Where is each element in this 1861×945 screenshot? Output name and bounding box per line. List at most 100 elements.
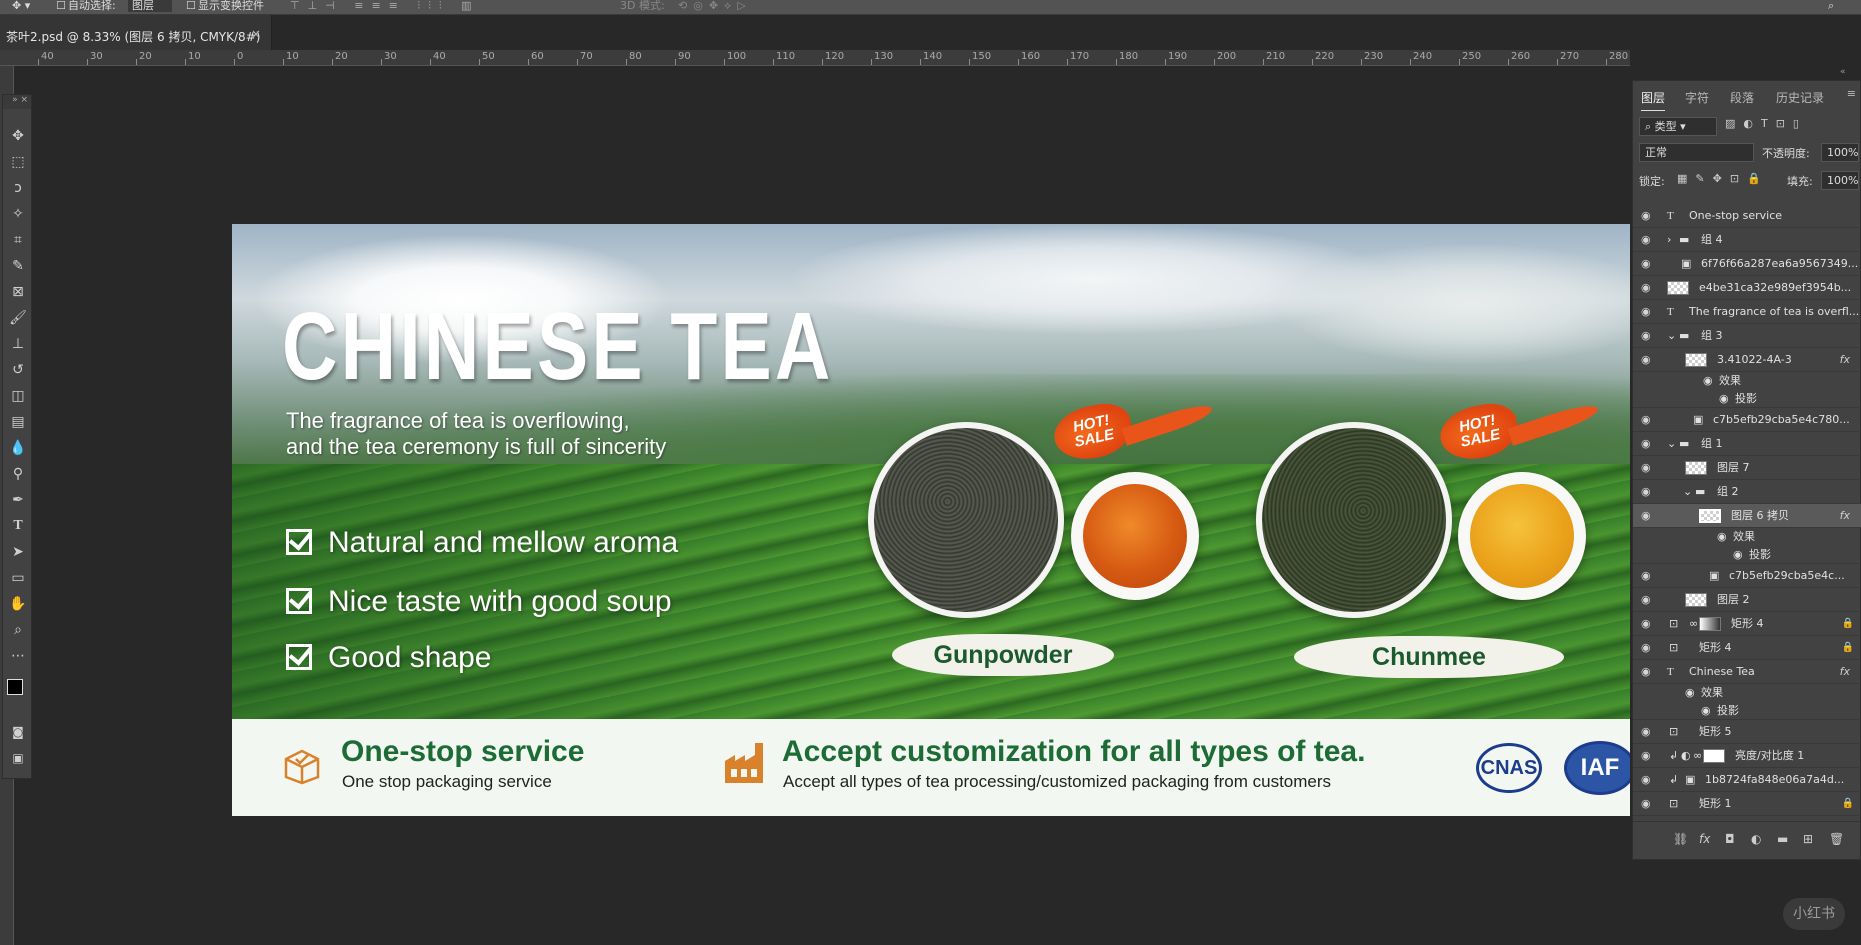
effects-row[interactable]: ◉ 效果	[1633, 528, 1861, 546]
layer-row[interactable]: ◉ ▣ c7b5efb29cba5e4c780...	[1633, 408, 1861, 432]
layer-row[interactable]: ◉ ⊡ 矩形 4 🔒	[1633, 636, 1861, 660]
layer-row[interactable]: ◉ 图层 2	[1633, 588, 1861, 612]
eye-icon[interactable]: ◉	[1641, 300, 1651, 323]
eye-icon[interactable]: ◉	[1641, 636, 1651, 659]
layer-row-selected[interactable]: ◉ 图层 6 拷贝 fx	[1633, 504, 1861, 528]
effects-row[interactable]: ◉ 效果	[1633, 684, 1861, 702]
show-transform-checkbox[interactable]: ☐	[186, 0, 196, 12]
chevron-down-icon[interactable]: ⌄	[1667, 324, 1676, 347]
link-layers-icon[interactable]: ⛓	[1673, 832, 1688, 846]
frame-icon[interactable]: ⊠	[7, 281, 29, 303]
history-brush-icon[interactable]: ↺	[7, 359, 29, 381]
layer-row[interactable]: ◉ ⌄ ▬ 组 3	[1633, 324, 1861, 348]
lock-icons[interactable]: ▦✎✥⊡🔒	[1677, 172, 1769, 185]
eye-icon[interactable]: ◉	[1641, 456, 1651, 479]
quick-mask-icon[interactable]: ◙	[7, 721, 29, 743]
eye-icon[interactable]: ◉	[1641, 324, 1651, 347]
toolbox-header[interactable]: » ×	[3, 95, 31, 109]
eye-icon[interactable]: ◉	[1641, 252, 1651, 275]
blend-mode-dropdown[interactable]: 正常	[1639, 143, 1754, 162]
eraser-icon[interactable]: ◫	[7, 385, 29, 407]
stamp-icon[interactable]: ⊥	[7, 333, 29, 355]
hand-icon[interactable]: ✋	[7, 593, 29, 615]
screen-mode-icon[interactable]: ▣	[7, 747, 29, 769]
layer-row[interactable]: ◉ › ▬ 组 4	[1633, 228, 1861, 252]
new-layer-icon[interactable]: ⊞	[1803, 832, 1813, 846]
layer-row[interactable]: ◉ e4be31ca32e989ef3954b...	[1633, 276, 1861, 300]
eye-icon[interactable]: ◉	[1641, 432, 1651, 455]
eye-icon[interactable]: ◉	[1641, 204, 1651, 227]
pen-icon[interactable]: ✒	[7, 489, 29, 511]
chevron-down-icon[interactable]: ⌄	[1683, 480, 1692, 503]
more-icon[interactable]: ⋯	[7, 645, 29, 667]
eyedropper-icon[interactable]: ✎	[7, 255, 29, 277]
tab-paragraph[interactable]: 段落	[1730, 85, 1754, 111]
foreground-color-swatch[interactable]	[7, 679, 23, 695]
effect-row[interactable]: ◉ 投影	[1633, 390, 1861, 408]
fx-icon[interactable]: fx	[1840, 348, 1850, 371]
move-tool-icon[interactable]: ✥ ▾	[12, 0, 30, 12]
eye-icon[interactable]: ◉	[1703, 372, 1713, 390]
effects-row[interactable]: ◉ 效果	[1633, 372, 1861, 390]
layer-row[interactable]: ◉ ⊡ 矩形 1 🔒	[1633, 792, 1861, 816]
eye-icon[interactable]: ◉	[1719, 390, 1729, 407]
layer-filter-dropdown[interactable]: ⌕ 类型 ▾	[1639, 117, 1717, 136]
eye-icon[interactable]: ◉	[1641, 660, 1651, 683]
eye-icon[interactable]: ◉	[1641, 348, 1651, 371]
layer-row[interactable]: ◉ T The fragrance of tea is overfl...	[1633, 300, 1861, 324]
tab-layers[interactable]: 图层	[1641, 85, 1666, 111]
filter-icons[interactable]: ▨◐T⊡▯	[1725, 117, 1807, 130]
tab-history[interactable]: 历史记录	[1776, 85, 1824, 111]
eye-icon[interactable]: ◉	[1641, 744, 1651, 767]
layer-row[interactable]: ◉ ▣ c7b5efb29cba5e4c...	[1633, 564, 1861, 588]
new-group-icon[interactable]: ▬	[1777, 832, 1788, 846]
chevron-down-icon[interactable]: ⌄	[1667, 432, 1676, 455]
dodge-icon[interactable]: ⚲	[7, 463, 29, 485]
eye-icon[interactable]: ◉	[1641, 504, 1651, 527]
add-mask-icon[interactable]: ◘	[1725, 832, 1735, 846]
type-icon[interactable]: T	[7, 515, 29, 537]
path-select-icon[interactable]: ➤	[7, 541, 29, 563]
layer-row[interactable]: ◉ ⌄ ▬ 组 2	[1633, 480, 1861, 504]
eye-icon[interactable]: ◉	[1641, 276, 1651, 299]
magic-wand-icon[interactable]: ✧	[7, 203, 29, 225]
layer-row[interactable]: ◉ ⊡ 矩形 5	[1633, 720, 1861, 744]
auto-select-dropdown[interactable]: 图层	[128, 0, 172, 12]
layer-row[interactable]: ◉ ↲ ◐ ∞ 亮度/对比度 1	[1633, 744, 1861, 768]
layer-row[interactable]: ◉ T Chinese Tea fx	[1633, 660, 1861, 684]
rectangle-icon[interactable]: ▭	[7, 567, 29, 589]
layer-row[interactable]: ◉ ↲ ▣ 1b8724fa848e06a7a4d...	[1633, 768, 1861, 792]
fx-icon[interactable]: fx	[1840, 504, 1850, 527]
panel-menu-icon[interactable]: ≡	[1847, 87, 1856, 100]
layer-row[interactable]: ◉ ⌄ ▬ 组 1	[1633, 432, 1861, 456]
eye-icon[interactable]: ◉	[1641, 768, 1651, 791]
eye-icon[interactable]: ◉	[1641, 612, 1651, 635]
effect-row[interactable]: ◉ 投影	[1633, 546, 1861, 564]
eye-icon[interactable]: ◉	[1641, 588, 1651, 611]
eye-icon[interactable]: ◉	[1717, 528, 1727, 546]
eye-icon[interactable]: ◉	[1641, 720, 1651, 743]
eye-icon[interactable]: ◉	[1641, 564, 1651, 587]
blur-icon[interactable]: 💧	[7, 437, 29, 459]
close-icon[interactable]: ×	[251, 27, 261, 41]
horizontal-ruler[interactable]: 40 30 20 10 0 10 20 30 40 50 60 70 80 90 100 110 120 130 1…	[0, 50, 1630, 66]
document-tab[interactable]: 茶叶2.psd @ 8.33% (图层 6 拷贝, CMYK/8#) ×	[0, 15, 272, 50]
adjustment-layer-icon[interactable]: ◐	[1751, 832, 1761, 846]
auto-select-checkbox[interactable]: ☐	[56, 0, 66, 12]
lasso-icon[interactable]: ↄ	[7, 177, 29, 199]
eye-icon[interactable]: ◉	[1733, 546, 1743, 563]
marquee-icon[interactable]: ⬚	[7, 151, 29, 173]
fill-input[interactable]: 100%	[1821, 171, 1859, 190]
layer-row[interactable]: ◉ T One-stop service	[1633, 204, 1861, 228]
document-canvas[interactable]: CHINESE TEA The fragrance of tea is over…	[232, 224, 1633, 816]
gradient-icon[interactable]: ▤	[7, 411, 29, 433]
eye-icon[interactable]: ◉	[1641, 480, 1651, 503]
crop-icon[interactable]: ⌗	[7, 229, 29, 251]
layer-row[interactable]: ◉ ▣ 6f76f66a287ea6a9567349...	[1633, 252, 1861, 276]
move-icon[interactable]: ✥	[7, 125, 29, 147]
brush-icon[interactable]: 🖌	[7, 307, 29, 329]
tab-character[interactable]: 字符	[1685, 85, 1709, 111]
layer-row[interactable]: ◉ ⊡ ∞ 矩形 4 🔒	[1633, 612, 1861, 636]
eye-icon[interactable]: ◉	[1701, 702, 1711, 719]
fx-icon[interactable]: fx	[1840, 660, 1850, 683]
